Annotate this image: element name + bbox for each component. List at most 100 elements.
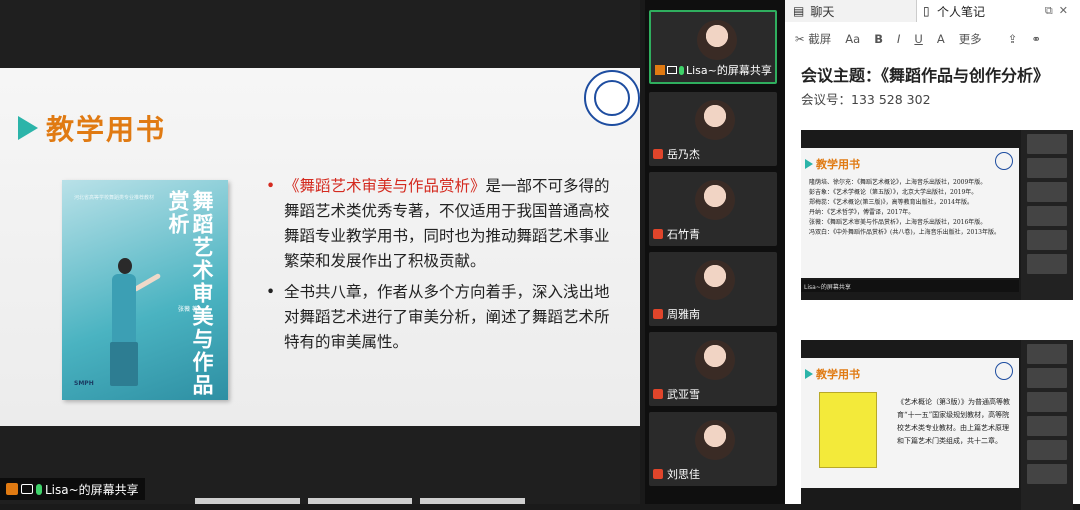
tab-notes[interactable]: ▯ 个人笔记 ⧉✕ [917,0,1080,22]
avatar [695,420,735,460]
screenshot-thumbnails [1021,340,1073,510]
reference-line: 丹纳：《艺术哲学》，傅雷译，2017年。 [809,209,915,216]
participant-name: 岳乃杰 [667,148,700,161]
muted-mic-icon [653,309,663,319]
reference-line: 郑梅蕊：《艺术概论(第三版)》，高等教育出版社，2014年版。 [809,199,973,206]
participant-label: 岳乃杰 [653,146,700,162]
participant-label: 刘思佳 [653,466,700,482]
scissors-icon: ✂ [795,32,805,46]
note-screenshot-1[interactable]: 教学用书 隆荫培、徐尔充：《舞蹈艺术概论》，上海音乐出版社，2009年版。 彭吉… [801,130,1073,300]
notes-panel: ▤ 聊天 ▯ 个人笔记 ⧉✕ ✂ 截屏 Aa B I U A 更多 ⇪ ⚭ 会议… [785,0,1080,510]
university-emblem [995,152,1013,170]
avatar [697,20,737,60]
reference-list: 隆荫培、徐尔充：《舞蹈艺术概论》，上海音乐出版社，2009年版。 彭吉象：《艺术… [809,178,1015,238]
participant-name: Lisa~的屏幕共享 [686,64,772,77]
book-author: 张薇 著 [178,306,198,313]
panel-tabbar: ▤ 聊天 ▯ 个人笔记 ⧉✕ [785,0,1080,22]
screenshot-slide-title: 教学用书 [805,156,860,172]
triangle-icon [18,116,38,140]
slide-title: 教学用书 [18,108,166,148]
more-button[interactable]: 更多 [959,31,982,47]
window-controls[interactable]: ⧉✕ [1045,4,1074,18]
bullet-text: 全书共八章，作者从多个方向着手，深入浅出地对舞蹈艺术进行了审美分析，阐述了舞蹈艺… [284,283,610,351]
underline-button[interactable]: U [914,32,922,46]
screenshot-slide: 教学用书 隆荫培、徐尔充：《舞蹈艺术概论》，上海音乐出版社，2009年版。 彭吉… [801,148,1019,278]
book-cover [819,392,877,468]
notes-icon: ▯ [923,4,930,18]
book-subtitle: 河北省高等学校舞蹈类专业推荐教材 [74,195,155,201]
dancer-illustration [94,258,162,388]
screenshot-share-bar: Lisa~的屏幕共享 [801,280,1019,292]
link-icon[interactable]: ⚭ [1031,32,1041,46]
participant-tile[interactable]: 武亚雪 [649,332,777,406]
screen-share-area: 教学用书 河北省高等学校舞蹈类专业推荐教材 舞蹈艺术审美与作品赏析 张薇 著 S… [0,0,640,504]
avatar [695,340,735,380]
bullet-item: • 全书共八章，作者从多个方向着手，深入浅出地对舞蹈艺术进行了审美分析，阐述了舞… [266,280,612,355]
italic-button[interactable]: I [897,32,900,46]
participant-name: 刘思佳 [667,468,700,481]
bullet-dot: • [266,283,276,301]
participant-tile[interactable]: 岳乃杰 [649,92,777,166]
avatar [695,180,735,220]
participant-label: Lisa~的屏幕共享 [655,62,772,78]
participant-label: 武亚雪 [653,386,700,402]
university-emblem [584,70,640,126]
participant-name: 武亚雪 [667,388,700,401]
screen-icon [21,484,33,494]
font-size-button[interactable]: Aa [845,32,860,46]
muted-mic-icon [653,469,663,479]
book-cover: 河北省高等学校舞蹈类专业推荐教材 舞蹈艺术审美与作品赏析 张薇 著 SMPH [62,180,228,400]
bullet-highlight: 《舞蹈艺术审美与作品赏析》 [284,177,486,195]
reference-line: 冯双白：《中外舞蹈作品赏析》(共八卷)，上海音乐出版社，2013年版。 [809,229,1000,236]
bold-button[interactable]: B [874,32,883,46]
note-title[interactable]: 会议主题：《舞蹈作品与创作分析》 [801,62,1049,86]
notes-toolbar: ✂ 截屏 Aa B I U A 更多 ⇪ ⚭ [785,26,1080,52]
triangle-icon [805,369,813,379]
participant-label: 周雅南 [653,306,700,322]
screen-icon [667,66,677,74]
person-icon [6,483,18,495]
shared-slide: 教学用书 河北省高等学校舞蹈类专业推荐教材 舞蹈艺术审美与作品赏析 张薇 著 S… [0,68,640,426]
muted-mic-icon [653,389,663,399]
bottom-thumbnails [195,498,526,504]
person-icon [655,65,665,75]
participant-name: 石竹青 [667,228,700,241]
muted-mic-icon [653,149,663,159]
reference-line: 张薇：《舞蹈艺术审美与作品赏析》，上海音乐出版社，2016年版。 [809,219,987,226]
screenshot-slide-text: 《艺术概论（第3版）》为普通高等教育“十一五”国家级规划教材，高等院校艺术类专业… [897,398,1010,445]
participant-tile[interactable]: 石竹青 [649,172,777,246]
book-title: 舞蹈艺术审美与作品赏析 [166,190,215,397]
participant-tile[interactable]: 周雅南 [649,252,777,326]
university-emblem [995,362,1013,380]
screenshot-button[interactable]: ✂ 截屏 [795,31,831,47]
screen-share-label: Lisa~的屏幕共享 [0,478,145,500]
avatar [695,100,735,140]
chat-icon: ▤ [793,4,805,18]
tab-chat[interactable]: ▤ 聊天 [785,0,917,22]
mic-icon [679,65,684,75]
mic-icon [36,483,42,495]
publisher-logo: SMPH [74,380,94,387]
reference-line: 彭吉象：《艺术学概论（第五版）》，北京大学出版社，2019年。 [809,189,978,196]
bullet-dot: • [266,177,276,195]
tab-chat-label: 聊天 [810,4,835,19]
font-color-button[interactable]: A [937,32,945,46]
reference-line: 隆荫培、徐尔充：《舞蹈艺术概论》，上海音乐出版社，2009年版。 [809,179,987,186]
screenshot-slide-title: 教学用书 [805,366,860,382]
tab-notes-label: 个人笔记 [937,4,986,19]
slide-title-text: 教学用书 [46,113,167,146]
screenshot-slide: 教学用书 《艺术概论（第3版）》为普通高等教育“十一五”国家级规划教材，高等院校… [801,358,1019,488]
muted-mic-icon [653,229,663,239]
avatar [695,260,735,300]
meeting-id[interactable]: 会议号：133 528 302 [801,89,931,108]
upload-icon[interactable]: ⇪ [1008,32,1018,46]
participant-label: 石竹青 [653,226,700,242]
participant-tile[interactable]: 刘思佳 [649,412,777,486]
participant-video-list[interactable]: Lisa~的屏幕共享 岳乃杰 石竹青 周雅南 武亚雪 刘思佳 [645,0,785,504]
note-screenshot-2[interactable]: 教学用书 《艺术概论（第3版）》为普通高等教育“十一五”国家级规划教材，高等院校… [801,340,1073,510]
triangle-icon [805,159,813,169]
sharer-name: Lisa~的屏幕共享 [45,482,139,497]
slide-bullets: • 《舞蹈艺术审美与作品赏析》是一部不可多得的舞蹈艺术类优秀专著，不仅适用于我国… [266,174,612,361]
participant-tile[interactable]: Lisa~的屏幕共享 [649,10,777,84]
participant-name: 周雅南 [667,308,700,321]
